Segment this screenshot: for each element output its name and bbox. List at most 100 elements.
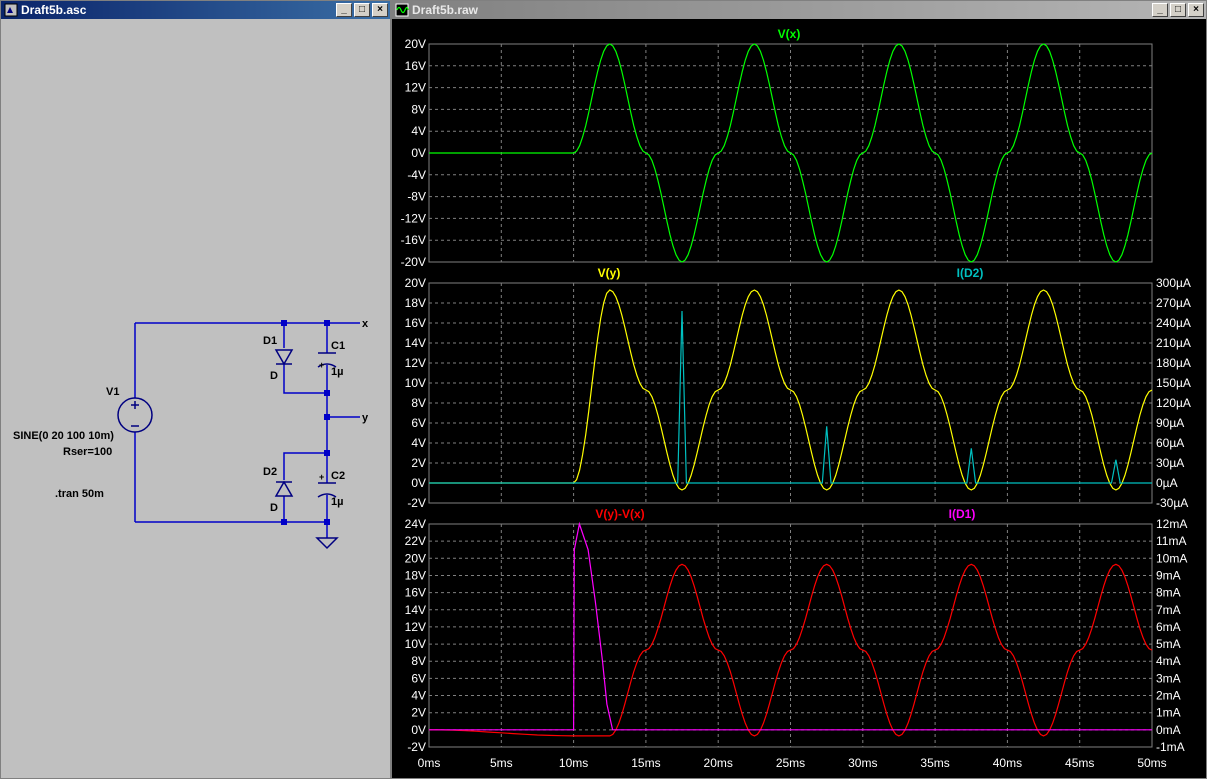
y-right-tick-label: -30µA: [1156, 496, 1188, 510]
y-right-tick-label: 270µA: [1156, 296, 1191, 310]
y-left-tick-label: 4V: [411, 124, 426, 138]
y-left-tick-label: 22V: [405, 534, 426, 548]
waveform-app-icon: [395, 3, 409, 17]
series-label[interactable]: I(D1): [949, 507, 976, 521]
y-left-tick-label: 16V: [405, 586, 426, 600]
y-right-tick-label: 240µA: [1156, 316, 1191, 330]
maximize-button[interactable]: □: [354, 3, 370, 17]
y-left-tick-label: 16V: [405, 59, 426, 73]
plot-pane-2[interactable]: 20V 18V 16V 14V 12V 10V 8V 6V 4V 2V 0V -2V 300µA 270µ…: [405, 266, 1191, 510]
y-right-tick-label: 150µA: [1156, 376, 1191, 390]
minimize-button[interactable]: _: [1152, 3, 1168, 17]
d2-name-label: D2: [263, 466, 277, 478]
y-left-tick-label: 24V: [405, 517, 426, 531]
d1-diode-symbol[interactable]: [274, 349, 294, 366]
v1-rser-label: Rser=100: [63, 446, 112, 458]
y-left-tick-label: 10V: [405, 637, 426, 651]
y-left-tick-label: 6V: [411, 671, 426, 685]
x-tick-label: 15ms: [631, 756, 660, 770]
y-left-tick-label: 4V: [411, 689, 426, 703]
plot-pane-3[interactable]: 24V 22V 20V 18V 16V 14V 12V 10V 8V 6V 4V 2V 0V -2V 12m…: [405, 507, 1188, 770]
y-left-tick-label: 18V: [405, 296, 426, 310]
ground-symbol: [315, 537, 339, 550]
net-y-label: y: [362, 412, 369, 424]
y-right-tick-label: -1mA: [1156, 740, 1185, 754]
y-right-tick-label: 9mA: [1156, 568, 1181, 582]
series-label[interactable]: V(y)-V(x): [595, 507, 644, 521]
close-button[interactable]: ×: [1188, 3, 1204, 17]
y-left-tick-label: 20V: [405, 551, 426, 565]
v1-source-symbol[interactable]: [117, 397, 153, 433]
schematic-window[interactable]: Draft5b.asc _ □ × V1 SINE(0 20 100 10m) …: [0, 0, 391, 779]
y-left-tick-label: -16V: [401, 233, 426, 247]
c2-name-label: C2: [331, 470, 345, 482]
y-left-tick-label: 10V: [405, 376, 426, 390]
x-tick-label: 40ms: [993, 756, 1022, 770]
y-left-tick-label: 14V: [405, 603, 426, 617]
series-label[interactable]: I(D2): [957, 266, 984, 280]
d2-diode-symbol[interactable]: [274, 480, 294, 497]
y-left-tick-label: 18V: [405, 568, 426, 582]
y-right-tick-label: 1mA: [1156, 706, 1181, 720]
y-left-tick-label: 4V: [411, 436, 426, 450]
y-left-tick-label: 0V: [411, 723, 426, 737]
y-left-tick-label: -12V: [401, 211, 426, 225]
y-left-tick-label: 16V: [405, 316, 426, 330]
y-right-tick-label: 5mA: [1156, 637, 1181, 651]
y-right-tick-label: 90µA: [1156, 416, 1184, 430]
y-right-tick-label: 4mA: [1156, 654, 1181, 668]
y-left-tick-label: 14V: [405, 336, 426, 350]
d2-model-label: D: [270, 502, 278, 514]
tran-directive[interactable]: .tran 50m: [55, 488, 104, 500]
y-left-tick-label: 12V: [405, 81, 426, 95]
y-right-tick-label: 30µA: [1156, 456, 1184, 470]
x-tick-label: 10ms: [559, 756, 588, 770]
y-left-tick-label: 20V: [405, 37, 426, 51]
y-right-tick-label: 11mA: [1156, 534, 1186, 548]
y-right-tick-label: 3mA: [1156, 671, 1181, 685]
y-right-tick-label: 0µA: [1156, 476, 1178, 490]
x-tick-label: 35ms: [920, 756, 949, 770]
c1-name-label: C1: [331, 340, 345, 352]
y-left-tick-label: 8V: [411, 102, 426, 116]
schematic-title: Draft5b.asc: [21, 3, 87, 17]
schematic-canvas[interactable]: V1 SINE(0 20 100 10m) Rser=100 .tran 50m…: [5, 23, 388, 775]
maximize-button[interactable]: □: [1170, 3, 1186, 17]
c1-plus-label: +: [319, 360, 324, 370]
y-left-tick-label: -2V: [407, 740, 426, 754]
y-left-tick-label: 6V: [411, 416, 426, 430]
y-right-tick-label: 60µA: [1156, 436, 1184, 450]
minimize-button[interactable]: _: [336, 3, 352, 17]
series-label[interactable]: V(y): [598, 266, 621, 280]
d1-model-label: D: [270, 370, 278, 382]
plot-pane-1[interactable]: 20V 16V 12V 8V 4V 0V -4V -8V -12V -16V -20V V(x): [401, 27, 1153, 269]
c2-plus-label: +: [319, 472, 324, 482]
wires: [134, 322, 360, 538]
x-tick-label: 20ms: [704, 756, 733, 770]
close-button[interactable]: ×: [372, 3, 388, 17]
y-right-tick-label: 210µA: [1156, 336, 1191, 350]
y-right-tick-label: 7mA: [1156, 603, 1181, 617]
y-right-tick-label: 10mA: [1156, 551, 1187, 565]
y-left-tick-label: 2V: [411, 456, 426, 470]
c2-value-label: 1µ: [331, 496, 343, 508]
y-left-tick-label: 12V: [405, 356, 426, 370]
y-right-tick-label: 2mA: [1156, 689, 1181, 703]
y-left-tick-label: 8V: [411, 654, 426, 668]
d1-name-label: D1: [263, 335, 277, 347]
x-tick-label: 45ms: [1065, 756, 1094, 770]
waveform-plot[interactable]: 20V16V12V8V4V0V-4V-8V-12V-16V-20VV(x)20V…: [392, 20, 1207, 779]
schematic-titlebar[interactable]: Draft5b.asc _ □ ×: [1, 1, 390, 19]
c2-capacitor-symbol[interactable]: [317, 482, 337, 498]
series-label[interactable]: V(x): [778, 27, 801, 41]
y-left-tick-label: 0V: [411, 476, 426, 490]
x-tick-label: 5ms: [490, 756, 513, 770]
y-left-tick-label: -4V: [407, 168, 426, 182]
x-tick-label: 50ms: [1137, 756, 1166, 770]
net-x-label: x: [362, 318, 369, 330]
waveform-titlebar[interactable]: Draft5b.raw _ □ ×: [392, 1, 1206, 19]
y-right-tick-label: 0mA: [1156, 723, 1181, 737]
y-right-tick-label: 180µA: [1156, 356, 1191, 370]
y-left-tick-label: 20V: [405, 276, 426, 290]
v1-name-label: V1: [106, 386, 119, 398]
